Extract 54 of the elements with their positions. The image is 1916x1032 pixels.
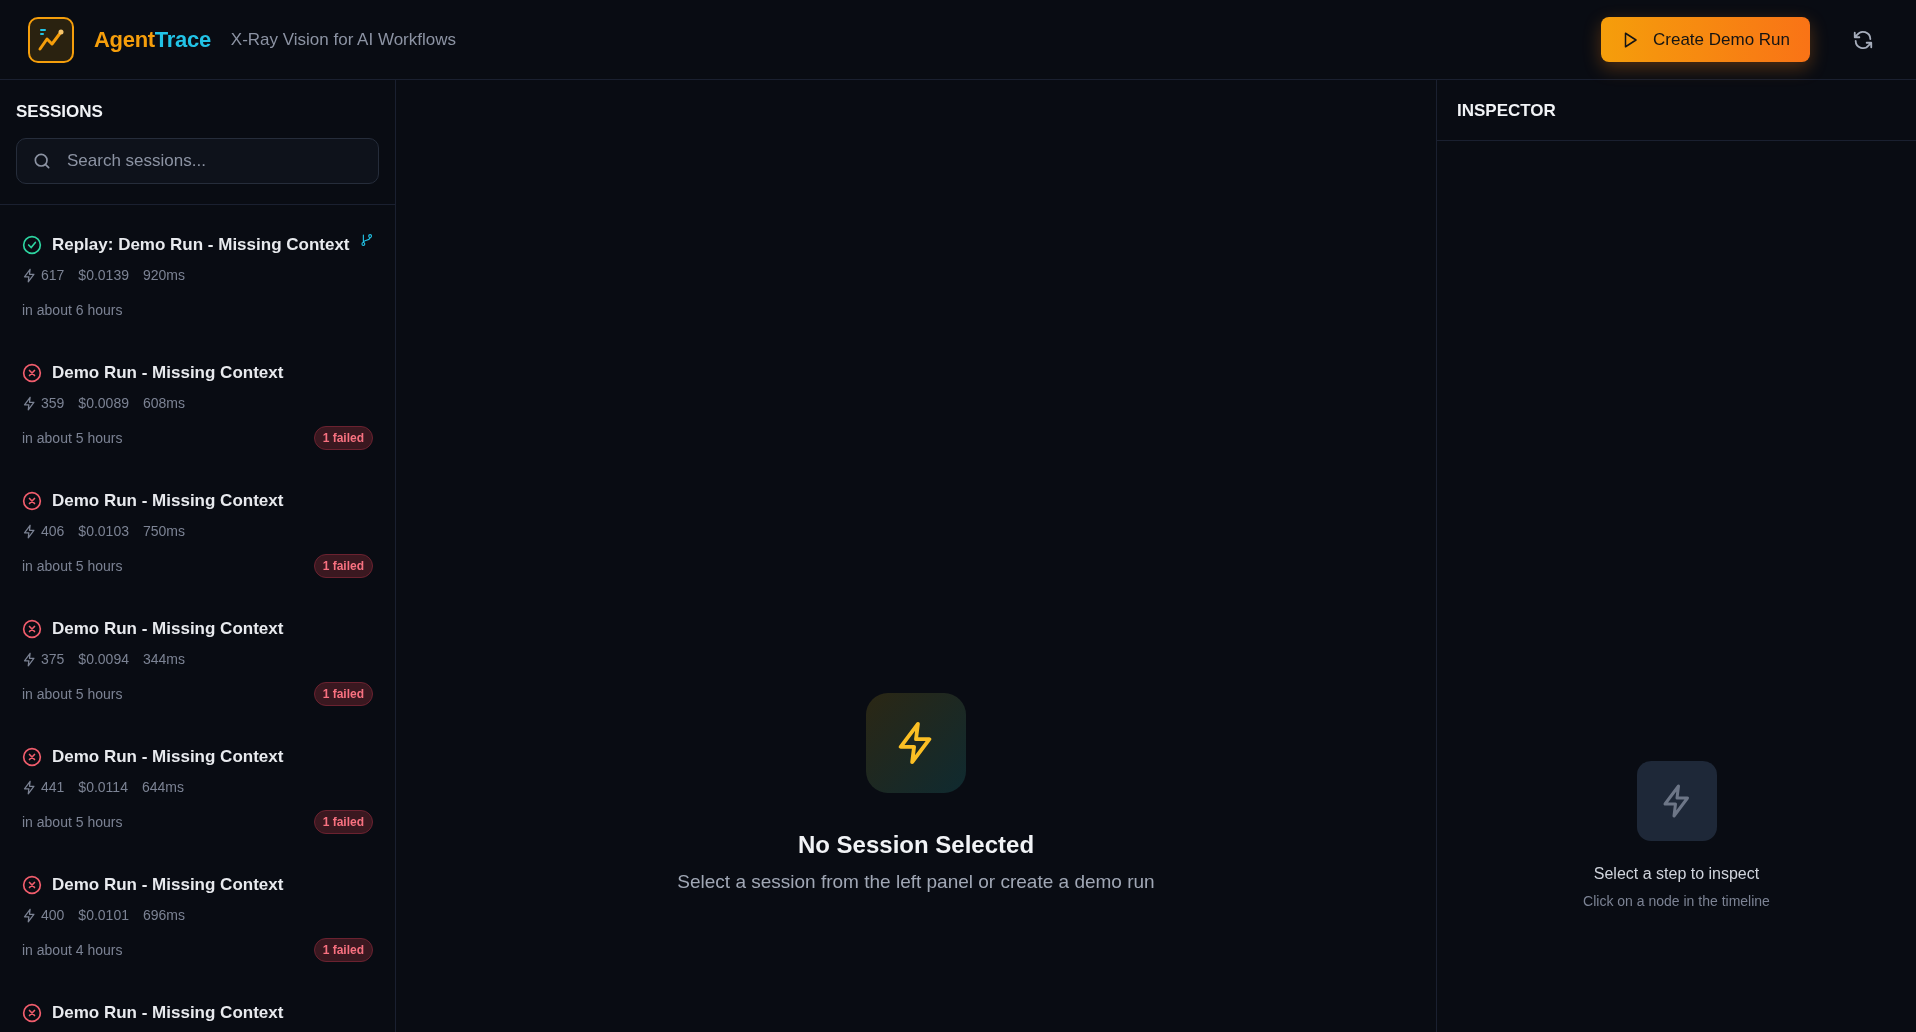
session-title[interactable]: Replay: Demo Run - Missing Context [52, 235, 350, 255]
failed-count-badge: 1 failed [313, 554, 373, 578]
session-time: in about 5 hours [22, 814, 123, 830]
bolt-icon [22, 779, 37, 795]
empty-state-title: No Session Selected [797, 831, 1035, 859]
failed-count-badge: 1 failed [313, 810, 373, 834]
session-time: in about 5 hours [22, 430, 123, 446]
token-count: 375 [41, 651, 65, 667]
session-duration: 696ms [142, 907, 185, 923]
session-title[interactable]: Demo Run - Missing Context [52, 619, 373, 639]
session-cost: $0.0114 [78, 779, 128, 795]
session-duration: 920ms [142, 267, 185, 283]
create-demo-run-button[interactable]: Create Demo Run [1601, 17, 1810, 62]
session-time: in about 4 hours [22, 942, 123, 958]
session-cost: $0.0103 [78, 523, 129, 539]
inspector-empty-title: Select a step to inspect [1593, 865, 1760, 883]
session-cost: $0.0089 [78, 395, 129, 411]
session-title[interactable]: Demo Run - Missing Context [52, 747, 373, 767]
session-cost: $0.0139 [78, 267, 129, 283]
token-count: 441 [41, 779, 65, 795]
refresh-icon[interactable] [1852, 28, 1874, 51]
app-name: AgentTrace [94, 26, 211, 53]
token-count: 359 [41, 395, 65, 411]
token-count: 400 [41, 907, 65, 923]
session-duration: 644ms [141, 779, 184, 795]
session-time: in about 5 hours [22, 558, 123, 574]
token-count: 406 [41, 523, 65, 539]
bolt-icon [22, 651, 37, 667]
session-time: in about 6 hours [22, 302, 123, 318]
sessions-heading: SESSIONS [16, 102, 104, 122]
session-title[interactable]: Demo Run - Missing Context [52, 1003, 373, 1023]
token-count: 617 [41, 267, 65, 283]
bolt-icon [22, 395, 37, 411]
tagline: X-Ray Vision for AI Workflows [230, 29, 456, 50]
bolt-icon [22, 907, 37, 923]
failed-count-badge: 1 failed [313, 426, 373, 450]
inspector-heading: INSPECTOR [1457, 101, 1557, 121]
empty-state-message: Select a session from the left panel or create a demo run [677, 871, 1155, 893]
session-duration: 344ms [142, 651, 185, 667]
session-cost: $0.0101 [78, 907, 129, 923]
session-cost: $0.0094 [78, 651, 129, 667]
search-field[interactable]: Search sessions... [16, 138, 379, 184]
failed-count-badge: 1 failed [313, 682, 373, 706]
session-duration: 750ms [142, 523, 185, 539]
session-title[interactable]: Demo Run - Missing Context [52, 875, 373, 895]
session-duration: 608ms [142, 395, 185, 411]
session-title[interactable]: Demo Run - Missing Context [52, 491, 373, 511]
bolt-icon [22, 523, 37, 539]
inspector-empty-hint: Click on a node in the timeline [1583, 893, 1770, 909]
failed-count-badge: 1 failed [313, 938, 373, 962]
session-time: in about 5 hours [22, 686, 123, 702]
bolt-icon [22, 267, 37, 283]
session-title[interactable]: Demo Run - Missing Context [52, 363, 373, 383]
logo-icon [28, 16, 74, 63]
